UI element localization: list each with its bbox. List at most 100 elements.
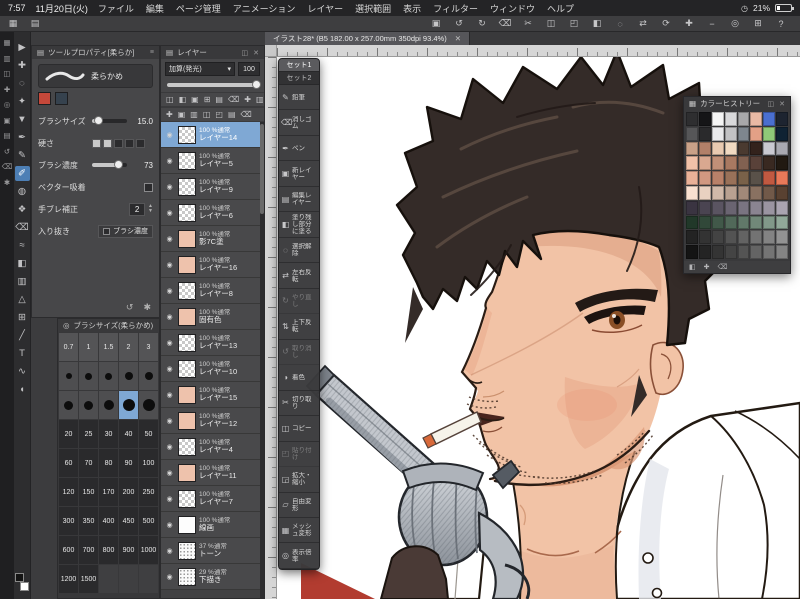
quick-access-item[interactable]: ⇄ 左右反転 [279, 263, 319, 289]
edge-icon[interactable]: ▥ [3, 54, 10, 63]
brush-size-cell[interactable] [59, 362, 78, 390]
quick-access-item[interactable]: ⇅ 上下反転 [279, 314, 319, 340]
color-swatch[interactable] [750, 200, 763, 215]
color-swatch[interactable] [737, 215, 750, 230]
color-swatch[interactable] [711, 245, 724, 259]
quick-access-item[interactable]: ◎ 表示倍率 [279, 543, 319, 569]
frame-tool[interactable]: ⊞ [15, 310, 30, 325]
menu-item[interactable]: ウィンドウ [490, 2, 535, 15]
brush-size-cell[interactable]: 500 [139, 507, 158, 535]
layer-visibility-toggle[interactable]: ◉ [164, 417, 175, 425]
move-tool[interactable]: ✚ [15, 58, 30, 73]
panel-collapse-icon[interactable]: ◫ [242, 49, 249, 57]
edge-icon[interactable]: ◎ [4, 101, 11, 109]
edge-icon[interactable]: ⌫ [2, 163, 13, 171]
layer-visibility-toggle[interactable]: ◉ [164, 339, 175, 347]
brush-size-slider[interactable] [92, 116, 127, 125]
layer-row[interactable]: ◉ 100 %通常 レイヤー7 [161, 486, 264, 512]
color-swatch[interactable] [763, 230, 776, 245]
panel-close-icon[interactable]: ✕ [779, 100, 785, 108]
color-swatch[interactable] [711, 215, 724, 230]
layer-panel-icon[interactable]: ✚ [244, 95, 251, 104]
color-history-footer-icon[interactable]: ◧ [689, 263, 696, 271]
color-swatch[interactable] [698, 126, 711, 141]
layer-visibility-toggle[interactable]: ◉ [164, 495, 175, 503]
color-swatch[interactable] [711, 186, 724, 200]
brush-size-cell[interactable] [139, 391, 158, 419]
edge-icon[interactable]: ✱ [4, 178, 10, 187]
color-swatch[interactable] [698, 230, 711, 245]
color-swatch[interactable] [724, 112, 737, 126]
redo-icon[interactable]: ↻ [475, 17, 489, 30]
menu-item[interactable]: 編集 [146, 2, 164, 15]
layer-row[interactable]: ◉ 100 %通常 レイヤー16 [161, 252, 264, 278]
layer-visibility-toggle[interactable]: ◉ [164, 287, 175, 295]
lasso-tool[interactable]: ◌ [15, 76, 30, 91]
layer-row[interactable]: ◉ 37 %通常 トーン [161, 538, 264, 564]
color-swatch[interactable] [724, 126, 737, 141]
rotate-icon[interactable]: ⟳ [659, 17, 673, 30]
brush-size-cell[interactable] [79, 362, 98, 390]
line-correct-tool[interactable]: ∿ [15, 364, 30, 379]
brush-size-cell[interactable] [139, 362, 158, 390]
balloon-tool[interactable]: ◖ [15, 382, 30, 397]
color-swatch[interactable] [750, 171, 763, 185]
blend-tool[interactable]: ≈ [15, 238, 30, 253]
brush-size-cell[interactable]: 90 [119, 449, 138, 477]
layer-opacity-value[interactable]: 100 [238, 62, 260, 76]
brush-size-cell[interactable]: 200 [119, 478, 138, 506]
color-swatch[interactable] [698, 200, 711, 215]
layer-row[interactable]: ◉ 100 %通常 レイヤー11 [161, 460, 264, 486]
color-swatch[interactable] [724, 156, 737, 171]
layer-visibility-toggle[interactable]: ◉ [164, 547, 175, 555]
color-swatch[interactable] [724, 141, 737, 156]
layer-row[interactable]: ◉ 100 %通常 レイヤー4 [161, 434, 264, 460]
ruler-tool[interactable]: ╱ [15, 328, 30, 343]
brush-size-cell[interactable]: 1500 [79, 565, 98, 593]
decoration-tool[interactable]: ❖ [15, 202, 30, 217]
eyedropper-tool[interactable]: ▼ [15, 112, 30, 127]
layer-panel-icon[interactable]: ◫ [203, 110, 211, 119]
figure-tool[interactable]: △ [15, 292, 30, 307]
save-icon[interactable]: ▣ [429, 17, 443, 30]
brush-size-cell[interactable]: 25 [79, 420, 98, 448]
edge-icon[interactable]: ▦ [3, 39, 10, 47]
color-swatch[interactable] [776, 245, 788, 259]
brush-size-cell[interactable]: 40 [119, 420, 138, 448]
brush-size-cell[interactable]: 50 [139, 420, 158, 448]
color-swatch[interactable] [750, 215, 763, 230]
brush-size-cell[interactable]: 120 [59, 478, 78, 506]
edge-icon[interactable]: ◫ [3, 70, 10, 78]
color-swatch[interactable] [776, 156, 788, 171]
layer-panel-icon[interactable]: ▣ [191, 95, 199, 104]
brush-size-cell[interactable]: 80 [99, 449, 118, 477]
brush-size-cell[interactable]: 170 [99, 478, 118, 506]
subtool-preview[interactable]: 柔らかめ [38, 64, 153, 88]
quick-access-item[interactable]: ◌ 選択解除 [279, 238, 319, 264]
menu-item[interactable]: フィルター [433, 2, 478, 15]
brush-size-cell[interactable]: 300 [59, 507, 78, 535]
brush-size-cell[interactable]: 350 [79, 507, 98, 535]
color-swatch[interactable] [698, 245, 711, 259]
color-swatch[interactable] [750, 230, 763, 245]
color-swatch[interactable] [724, 215, 737, 230]
airbrush-tool[interactable]: ◍ [15, 184, 30, 199]
gradient-tool[interactable]: ▥ [15, 274, 30, 289]
color-swatch-pair[interactable] [15, 573, 29, 591]
layer-panel-icon[interactable]: ▥ [190, 110, 198, 119]
document-tab[interactable]: イラスト28* (B5 182.00 x 257.00mm 350dpi 93.… [265, 32, 470, 45]
quick-access-item[interactable]: ✂ 切り取り [279, 391, 319, 417]
layer-panel-icon[interactable]: ⌫ [241, 110, 252, 119]
layer-panel-icon[interactable]: ▤ [215, 95, 223, 104]
brush-size-cell[interactable] [99, 362, 118, 390]
layer-panel-icon[interactable]: ▣ [178, 110, 186, 119]
brush-size-cell[interactable]: 600 [59, 536, 78, 564]
color-swatch[interactable] [698, 141, 711, 156]
panel-menu-icon[interactable]: ≡ [150, 49, 154, 56]
sub-color-swatch[interactable] [20, 582, 29, 591]
color-swatch[interactable] [737, 141, 750, 156]
color-swatch[interactable] [711, 171, 724, 185]
layer-panel-icon[interactable]: ⊞ [204, 95, 211, 104]
help-icon[interactable]: ? [774, 17, 788, 30]
color-swatch[interactable] [763, 126, 776, 141]
